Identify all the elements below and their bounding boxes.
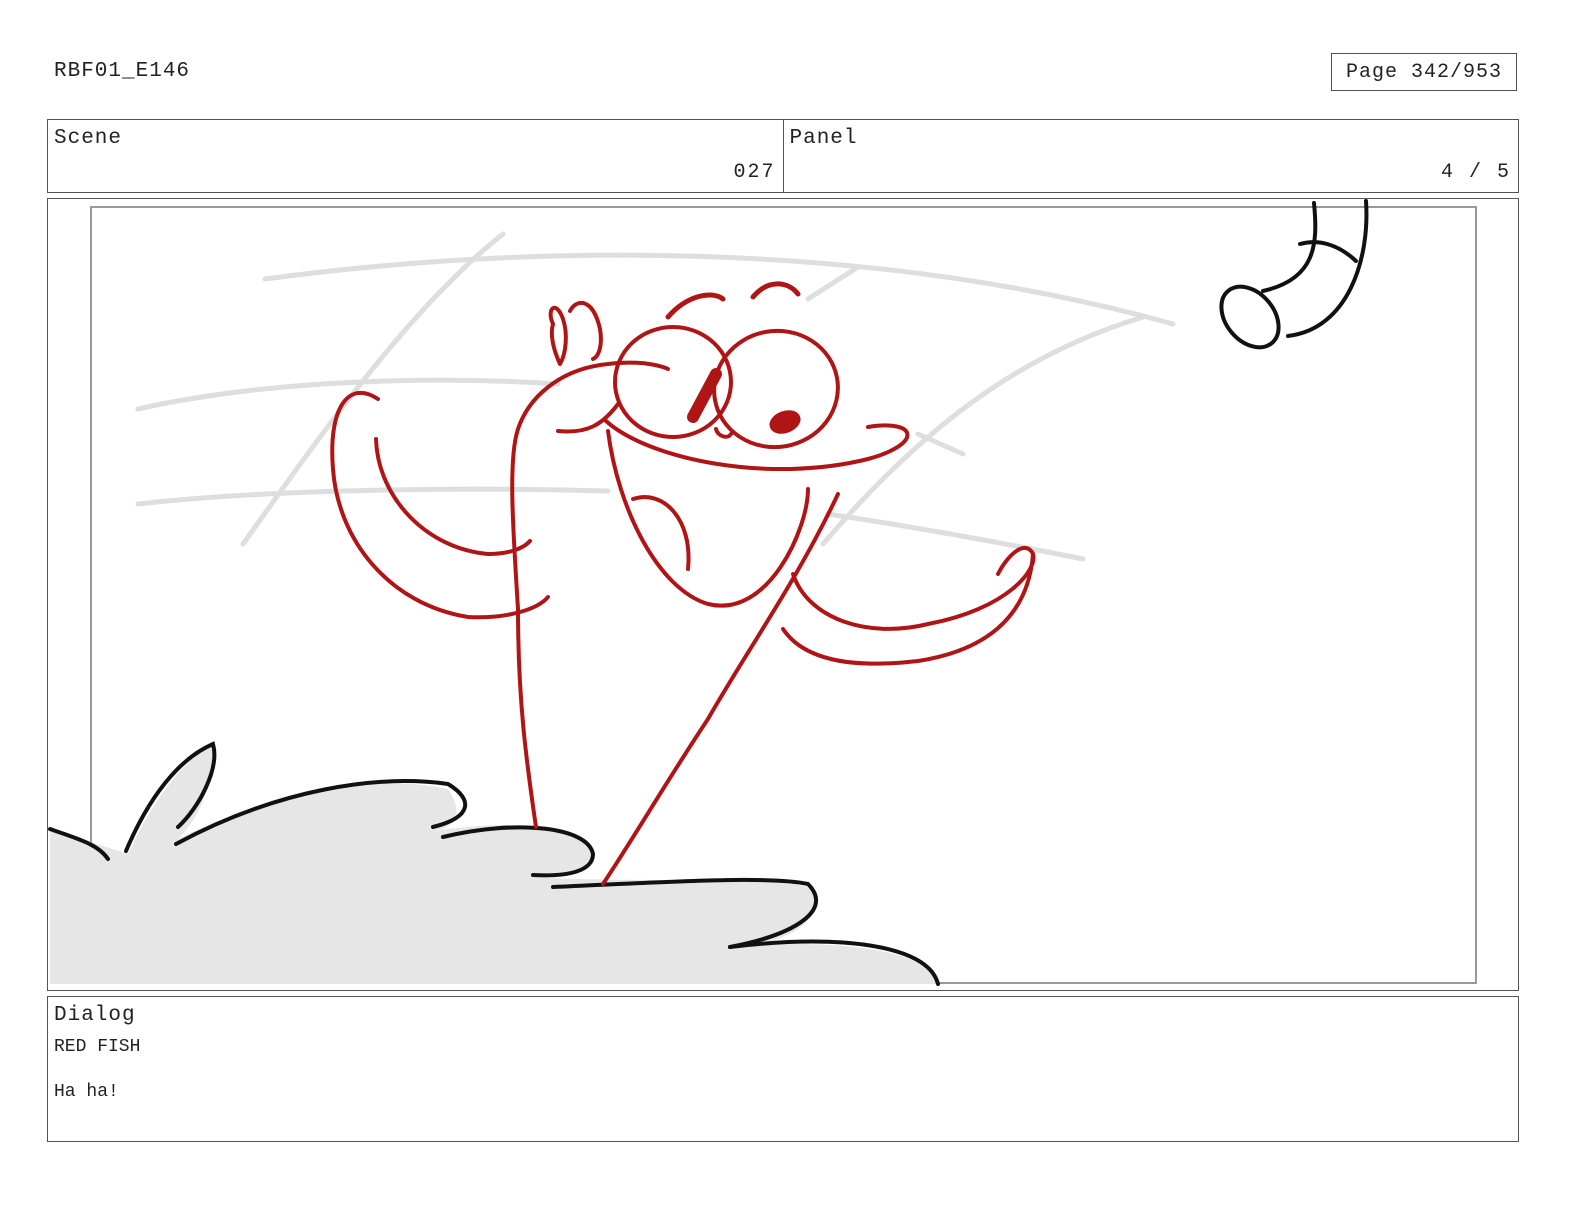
document-id: RBF01_E146 xyxy=(54,60,191,83)
dialog-section: Dialog RED FISH Ha ha! xyxy=(47,996,1519,1142)
storyboard-frame xyxy=(47,198,1519,991)
scene-cell: Scene 027 xyxy=(48,120,783,192)
storyboard-drawing xyxy=(48,199,1477,986)
background-sketch-lines xyxy=(135,231,1176,562)
scene-panel-info: Scene 027 Panel 4 / 5 xyxy=(47,119,1519,193)
scene-number: 027 xyxy=(733,161,776,184)
panel-number: 4 / 5 xyxy=(1440,161,1511,184)
panel-label: Panel xyxy=(789,127,858,150)
dialog-label: Dialog xyxy=(54,1004,136,1027)
dialog-line: Ha ha! xyxy=(54,1082,119,1102)
scene-label: Scene xyxy=(54,127,123,150)
page-indicator: Page 342/953 xyxy=(1331,53,1517,91)
dialog-speaker: RED FISH xyxy=(54,1037,141,1057)
ground-fill xyxy=(50,744,938,984)
panel-cell: Panel 4 / 5 xyxy=(782,120,1519,192)
fishing-hook xyxy=(1219,199,1369,350)
